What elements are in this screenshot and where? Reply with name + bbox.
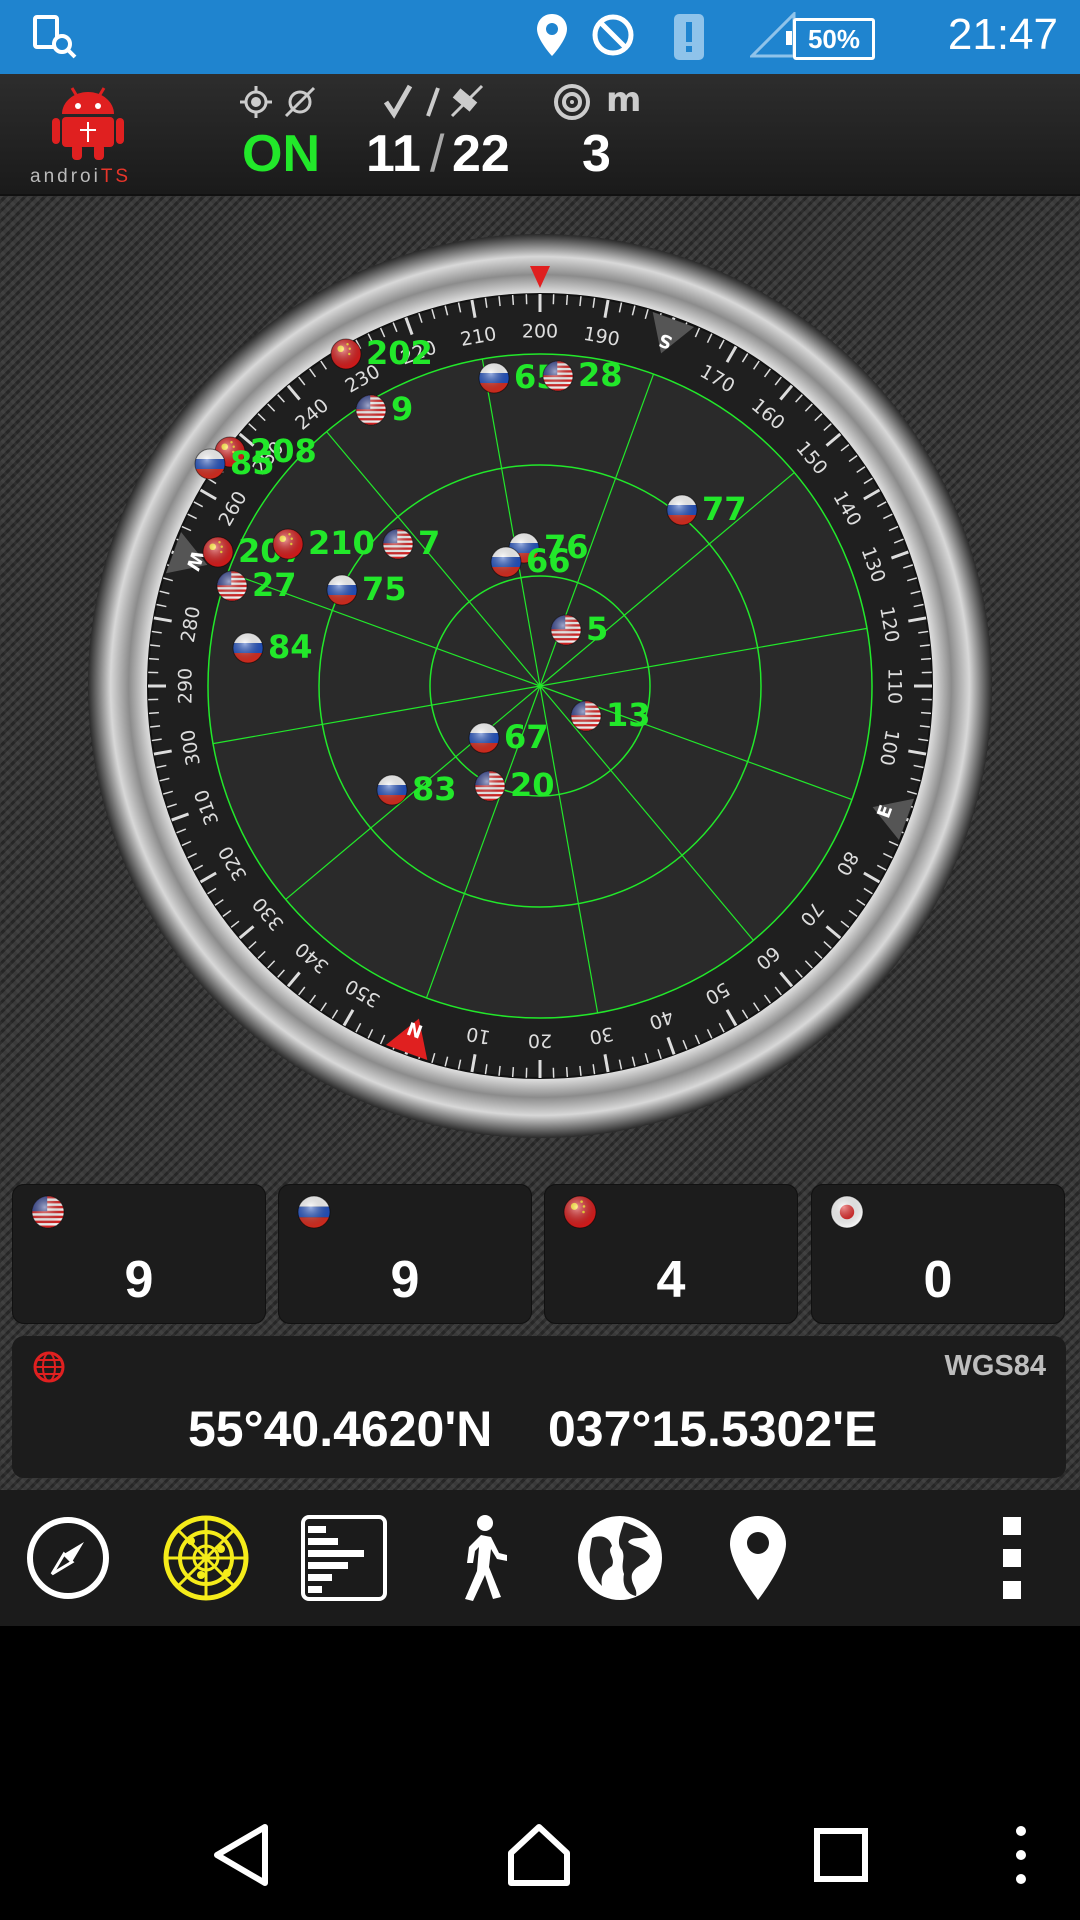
satellite-marker[interactable]: 77	[666, 490, 747, 528]
satellite-id-label: 27	[252, 566, 297, 604]
location-pin-icon	[537, 14, 567, 56]
dial-tick-label: 110	[884, 668, 906, 704]
satellite-marker[interactable]: 85	[194, 444, 275, 482]
walking-icon	[465, 1515, 507, 1601]
overflow-menu-button[interactable]	[962, 1508, 1062, 1608]
satellite-id-label: 202	[366, 334, 433, 372]
nav-overflow-icon	[1016, 1826, 1026, 1884]
accuracy-unit: m	[606, 80, 642, 120]
constellation-tile-gps[interactable]: 9	[12, 1184, 266, 1324]
logo-wordmark: androiTS	[30, 166, 132, 187]
accuracy-icon	[554, 84, 590, 120]
visible-satellites: 22	[452, 125, 510, 183]
china-flag-icon	[563, 1195, 597, 1229]
satellite-id-label: 84	[268, 628, 313, 666]
android-logo-icon[interactable]	[52, 84, 124, 162]
do-not-disturb-icon	[592, 14, 634, 56]
satellite-separator: /	[430, 125, 445, 183]
dial-tick-label: 30	[588, 1022, 616, 1048]
russia-flag-icon	[297, 1195, 331, 1229]
satellite-id-label: 77	[702, 490, 747, 528]
satellite-marker[interactable]: 83	[376, 770, 457, 808]
back-icon	[214, 1824, 268, 1886]
satellite-id-label: 75	[362, 570, 407, 608]
recents-icon	[814, 1828, 868, 1882]
usa-flag-icon	[31, 1195, 65, 1229]
satellite-marker[interactable]: 67	[468, 718, 549, 756]
map-pin-icon	[730, 1516, 786, 1600]
signal-bars-icon	[301, 1515, 387, 1601]
recents-button[interactable]	[796, 1810, 886, 1900]
constellation-tile-beidou[interactable]: 4	[544, 1184, 798, 1324]
globe-small-icon	[33, 1351, 65, 1383]
compass-button[interactable]	[18, 1508, 118, 1608]
used-satellites: 11	[366, 125, 421, 183]
home-icon	[508, 1824, 570, 1886]
dial-tick-label: 290	[175, 668, 197, 704]
sky-plot[interactable]: 10 20 304050607080100110120130140150160170…	[84, 230, 996, 1142]
system-nav-bar	[0, 1780, 1080, 1920]
satellite-marker[interactable]: 28	[542, 356, 623, 394]
home-button[interactable]	[494, 1810, 584, 1900]
accuracy-value: 3	[582, 125, 611, 183]
satellite-id-label: 9	[391, 390, 413, 428]
signal-bars-button[interactable]	[294, 1508, 394, 1608]
clock: 21:47	[947, 10, 1058, 59]
satellite-marker[interactable]: 13	[570, 696, 651, 734]
satellite-id-label: 83	[412, 770, 457, 808]
latitude: 55°40.4620'N	[188, 1401, 493, 1457]
japan-flag-icon	[830, 1195, 864, 1229]
glonass-count: 9	[390, 1251, 420, 1309]
gps-count: 9	[124, 1251, 154, 1309]
dial-tick-label: 10	[465, 1022, 493, 1048]
satellite-marker[interactable]: 66	[490, 542, 571, 580]
overflow-menu-icon	[1003, 1517, 1021, 1599]
satellite-id-label: 85	[230, 444, 275, 482]
radar-button[interactable]	[156, 1508, 256, 1608]
constellation-tile-glonass[interactable]: 9	[278, 1184, 532, 1324]
datum-label: WGS84	[944, 1350, 1046, 1382]
constellation-tile-qzss[interactable]: 0	[811, 1184, 1065, 1324]
globe-button[interactable]	[570, 1508, 670, 1608]
app-header: androiTS ON 11 / 22 m 3	[0, 74, 1080, 196]
gps-fix-icon	[240, 86, 316, 118]
gps-search-icon	[33, 15, 77, 59]
compass-icon	[27, 1517, 109, 1599]
satellite-id-label: 5	[586, 610, 608, 648]
satellite-id-label: 66	[526, 542, 571, 580]
fix-status: ON	[242, 125, 320, 183]
satellite-id-label: 7	[418, 524, 440, 562]
longitude: 037°15.5302'E	[548, 1401, 878, 1457]
back-button[interactable]	[196, 1810, 286, 1900]
satellite-id-label: 28	[578, 356, 623, 394]
satellite-marker[interactable]: 20	[474, 766, 555, 804]
map-pin-button[interactable]	[708, 1508, 808, 1608]
satellite-marker[interactable]: 202	[330, 334, 433, 372]
beidou-count: 4	[656, 1251, 686, 1309]
nav-overflow-button[interactable]	[976, 1810, 1066, 1900]
satellite-id-label: 13	[606, 696, 651, 734]
globe-icon	[578, 1516, 662, 1600]
satellite-marker[interactable]: 27	[216, 566, 297, 604]
alert-icon	[674, 14, 704, 60]
status-bar: 50% 21:47	[0, 0, 1080, 74]
bottom-toolbar	[0, 1490, 1080, 1626]
dial-tick-label: 20	[528, 1030, 552, 1052]
satellites-used-icon	[383, 84, 484, 119]
battery-indicator: 50%	[786, 18, 875, 60]
satellite-id-label: 67	[504, 718, 549, 756]
qzss-count: 0	[923, 1251, 953, 1309]
satellite-id-label: 210	[308, 524, 375, 562]
radar-icon	[163, 1515, 249, 1601]
walking-button[interactable]	[432, 1508, 532, 1608]
satellite-marker[interactable]: 210	[272, 524, 375, 562]
position-panel[interactable]: WGS84 55°40.4620'N 037°15.5302'E	[12, 1336, 1066, 1478]
dial-tick-label: 200	[522, 321, 558, 343]
satellite-marker[interactable]: 84	[232, 628, 313, 666]
satellite-id-label: 20	[510, 766, 555, 804]
satellite-marker[interactable]: 75	[326, 570, 407, 608]
